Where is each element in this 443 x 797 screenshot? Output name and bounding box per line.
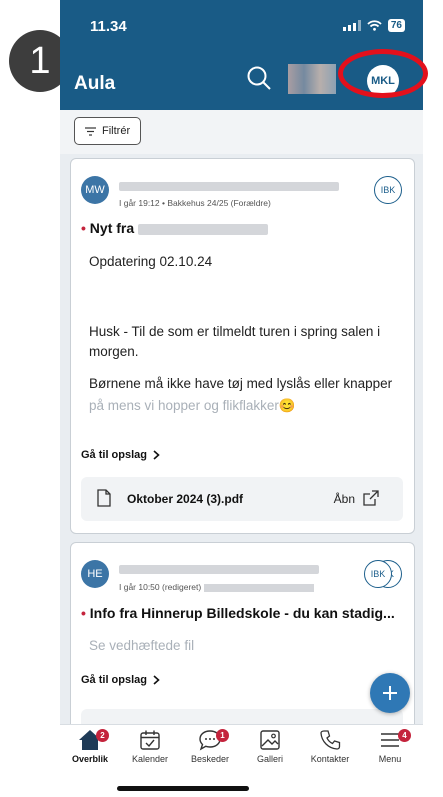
goto-post-link[interactable]: Gå til opslag: [81, 449, 160, 461]
group-badge: IBK: [374, 176, 402, 204]
post-feed: MW I går 19:12 • Bakkehus 24/25 (Forældr…: [60, 154, 423, 753]
tab-kalender[interactable]: Kalender: [120, 729, 180, 764]
status-time: 11.34: [90, 18, 127, 35]
gallery-icon: [260, 730, 280, 750]
create-post-button[interactable]: [370, 673, 410, 713]
post-preview: Se vedhæftede fil: [89, 638, 195, 653]
post-card[interactable]: MW I går 19:12 • Bakkehus 24/25 (Forældr…: [70, 158, 415, 534]
tab-label: Beskeder: [190, 754, 230, 764]
post-subject: • Nyt fra: [81, 220, 269, 236]
attachment-filename: Oktober 2024 (3).pdf: [127, 492, 244, 506]
tab-label: Kontakter: [310, 754, 350, 764]
goto-post-link[interactable]: Gå til opslag: [81, 674, 160, 686]
filter-label: Filtrér: [102, 125, 131, 137]
tab-galleri[interactable]: Galleri: [240, 729, 300, 764]
tab-beskeder[interactable]: 1 Beskeder: [180, 729, 240, 764]
calendar-icon: [140, 730, 160, 750]
goto-post-label: Gå til opslag: [81, 449, 148, 461]
subject-blurred: [138, 223, 269, 235]
chevron-right-icon: [153, 450, 160, 460]
child-avatars-blurred[interactable]: [288, 64, 336, 94]
search-icon[interactable]: [246, 65, 272, 91]
tab-menu[interactable]: 4 Menu: [360, 729, 420, 764]
plus-icon: [383, 686, 397, 700]
post-paragraph: Børnene må ikke have tøj med lyslås elle…: [89, 376, 393, 391]
external-link-icon[interactable]: [363, 490, 379, 506]
author-avatar: MW: [81, 176, 109, 204]
notification-badge: 1: [216, 729, 229, 742]
author-avatar: HE: [81, 560, 109, 588]
post-paragraph: Husk - Til de som er tilmeldt turen i sp…: [89, 324, 381, 359]
annotation-highlight-ring: [338, 49, 428, 98]
notification-badge: 4: [398, 729, 411, 742]
signal-icon: [342, 20, 361, 31]
tab-overblik[interactable]: 2 Overblik: [60, 729, 120, 764]
post-meta: I går 10:50 (redigeret): [119, 582, 314, 592]
author-name-blurred: [119, 565, 319, 574]
unread-dot: •: [81, 220, 90, 236]
post-meta: I går 19:12 • Bakkehus 24/25 (Forældre): [119, 198, 271, 208]
tab-label: Overblik: [71, 754, 109, 764]
feed-toolbar: Filtrér: [60, 110, 423, 154]
phone-icon: [320, 730, 341, 750]
group-badge: IBK: [364, 560, 392, 588]
tab-label: Kalender: [131, 754, 169, 764]
home-indicator: [117, 786, 249, 791]
status-bar: 11.34 76: [60, 0, 423, 52]
app-title: Aula: [74, 73, 116, 94]
post-paragraph-faded: på mens vi hopper og flikflakker😊: [89, 398, 296, 413]
author-name-blurred: [119, 182, 339, 191]
chevron-right-icon: [153, 675, 160, 685]
goto-post-label: Gå til opslag: [81, 674, 148, 686]
tab-label: Menu: [378, 754, 402, 764]
file-icon: [97, 489, 111, 507]
phone-screen: 11.34 76 Aula MKL Filtrér MW I går 19:12…: [60, 0, 423, 797]
battery-indicator: 76: [387, 19, 405, 32]
filter-button[interactable]: Filtrér: [74, 117, 142, 145]
filter-icon: [85, 126, 96, 136]
wifi-icon: [367, 20, 382, 31]
post-subject: • Info fra Hinnerup Billedskole - du kan…: [81, 605, 395, 621]
tab-kontakter[interactable]: Kontakter: [300, 729, 360, 764]
attachment-open-button[interactable]: Åbn: [334, 492, 355, 506]
post-paragraph: Opdatering 02.10.24: [89, 254, 213, 269]
tab-label: Galleri: [256, 754, 283, 764]
attachment-row[interactable]: Oktober 2024 (3).pdf Åbn: [81, 477, 403, 521]
status-indicators: 76: [342, 19, 405, 32]
post-card[interactable]: HE I går 10:50 (redigeret) BK IBK • Info…: [70, 542, 415, 753]
notification-badge: 2: [96, 729, 109, 742]
unread-dot: •: [81, 605, 90, 621]
